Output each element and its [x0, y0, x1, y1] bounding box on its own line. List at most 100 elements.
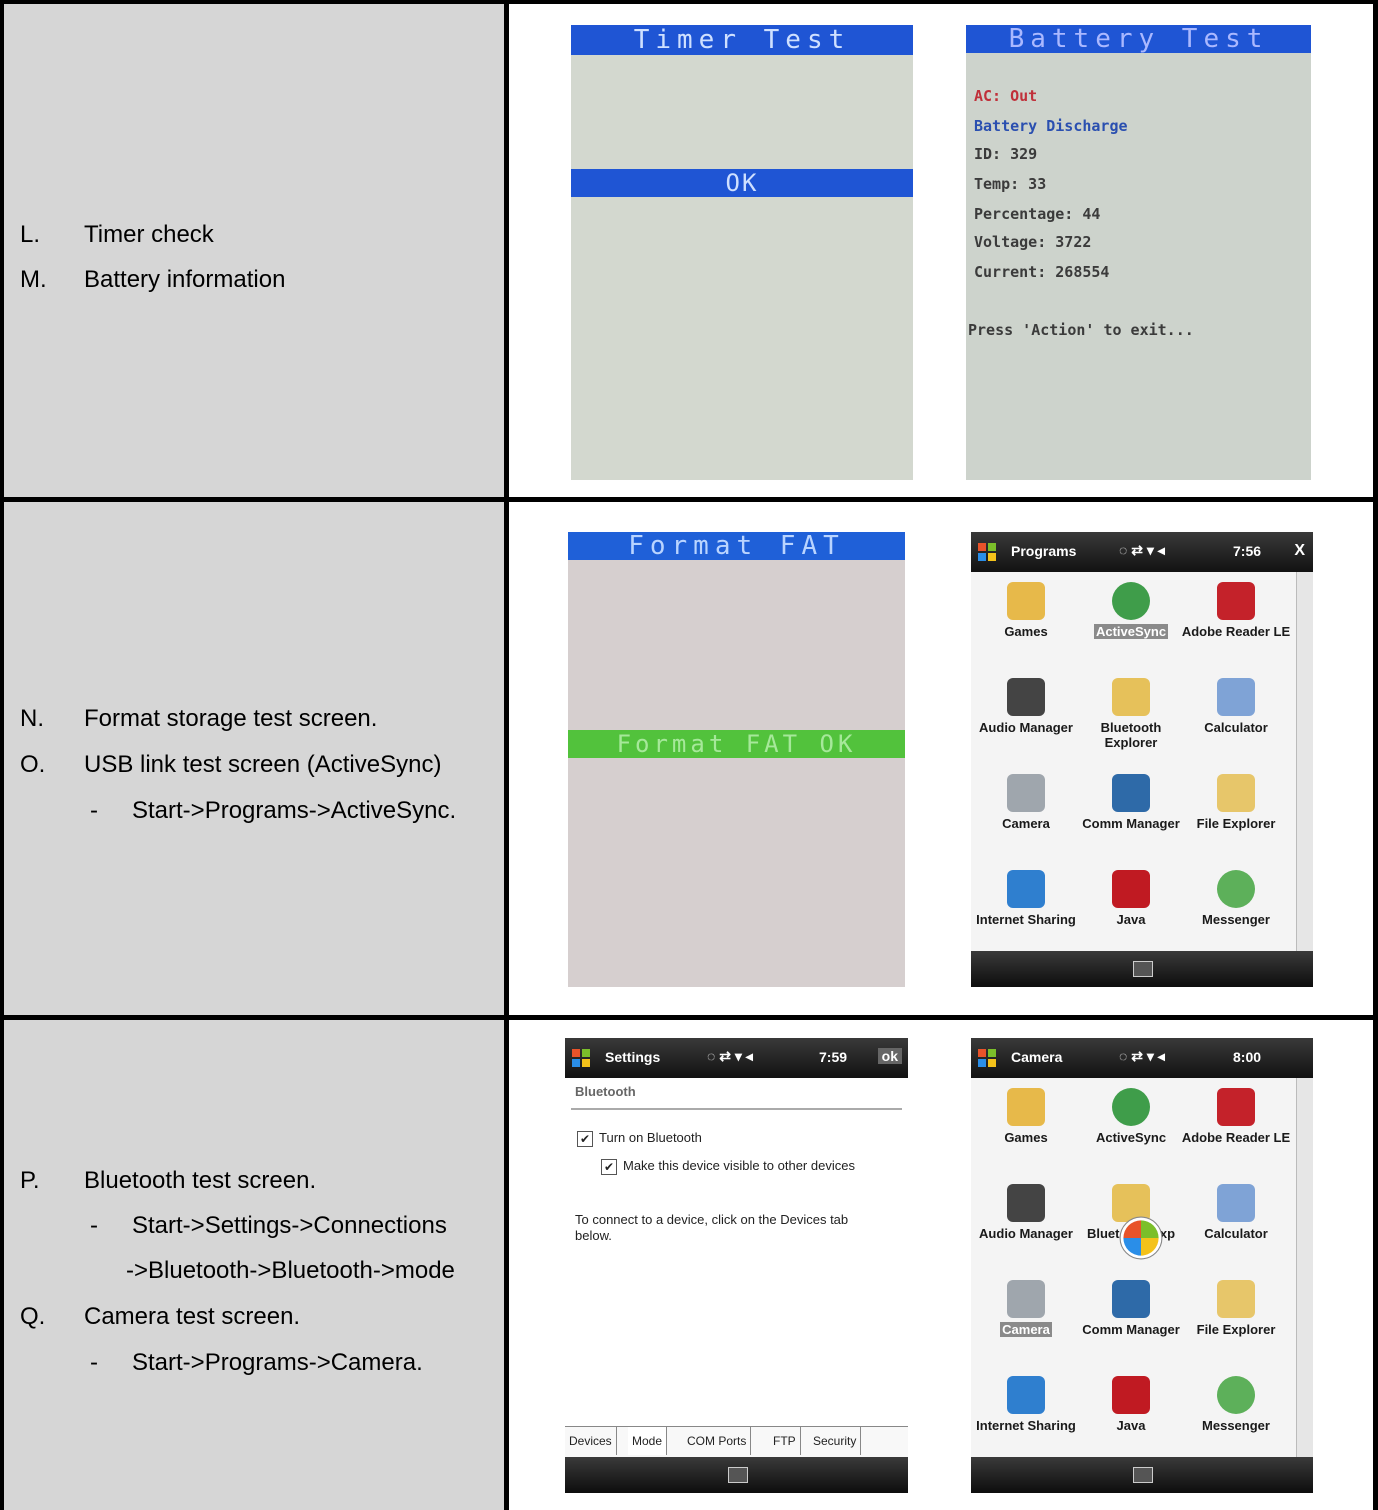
tab-mode[interactable]: Mode	[628, 1427, 668, 1455]
program-item[interactable]: Internet Sharing	[971, 870, 1081, 927]
item-text: ->Bluetooth->Bluetooth->mode	[126, 1257, 455, 1284]
windows-start-icon[interactable]	[977, 1048, 997, 1068]
program-label: Bluetooth Explorer	[1100, 720, 1162, 750]
program-item[interactable]: Adobe Reader LE	[1181, 582, 1291, 639]
battery-title-bar: Battery Test	[966, 25, 1311, 53]
tab-security[interactable]: Security	[809, 1427, 862, 1455]
camera-programs-screen: Camera ◌ ⇄ ▾ ◂ 8:00 Games ActiveSync Ado…	[971, 1038, 1313, 1493]
camera-clock: 8:00	[1233, 1049, 1262, 1065]
item-text: Timer check	[84, 221, 214, 248]
close-button[interactable]: X	[1294, 542, 1305, 560]
tab-devices[interactable]: Devices	[565, 1427, 617, 1455]
program-item[interactable]: Audio Manager	[971, 678, 1081, 735]
keyboard-icon[interactable]	[1133, 1467, 1153, 1483]
program-item[interactable]: Camera	[971, 774, 1081, 831]
audio-manager-icon	[1007, 1184, 1045, 1222]
settings-clock: 7:59	[819, 1049, 848, 1065]
camera-title-bar: Camera ◌ ⇄ ▾ ◂ 8:00	[971, 1038, 1313, 1078]
program-item[interactable]: Messenger	[1181, 870, 1291, 927]
row-1-text-cell	[4, 4, 504, 497]
java-icon	[1112, 870, 1150, 908]
connect-info-text: To connect to a device, click on the Dev…	[575, 1212, 849, 1243]
camera-title: Camera	[1011, 1049, 1063, 1065]
program-item[interactable]: Java	[1076, 870, 1186, 927]
fat-status-bar: Format FAT OK	[568, 730, 905, 758]
tab-com-ports[interactable]: COM Ports	[683, 1427, 752, 1455]
settings-bluetooth-screen: Settings ◌ ⇄ ▾ ◂ 7:59 ok Bluetooth ✔ Turn…	[565, 1038, 908, 1493]
programs-clock: 7:56	[1233, 543, 1262, 559]
loading-windows-icon	[1119, 1216, 1163, 1260]
battery-current: Current: 268554	[974, 263, 1110, 281]
table-border-left	[0, 0, 4, 1510]
item-text: USB link test screen (ActiveSync)	[84, 751, 442, 778]
checkbox-checked-icon: ✔	[577, 1130, 593, 1147]
table-border-row1	[0, 497, 1378, 502]
item-label: L.	[20, 221, 41, 248]
program-item[interactable]: Adobe Reader LE	[1181, 1088, 1291, 1145]
program-item[interactable]: File Explorer	[1181, 1280, 1291, 1337]
program-label: Messenger	[1202, 1418, 1270, 1433]
program-item[interactable]: ActiveSync	[1076, 582, 1186, 639]
windows-start-icon[interactable]	[977, 542, 997, 562]
program-item[interactable]: Games	[971, 1088, 1081, 1145]
battery-percentage: Percentage: 44	[974, 205, 1101, 223]
keyboard-icon[interactable]	[1133, 961, 1153, 977]
fat-title-bar: Format FAT	[568, 532, 905, 560]
program-label: Adobe Reader LE	[1181, 1130, 1291, 1145]
games-icon	[1007, 582, 1045, 620]
battery-test-screen: Battery Test AC: Out Battery Discharge I…	[966, 25, 1311, 480]
table-border-top	[0, 0, 1378, 4]
program-item[interactable]: ActiveSync	[1076, 1088, 1186, 1145]
keyboard-icon[interactable]	[727, 1467, 748, 1483]
settings-title: Settings	[605, 1049, 661, 1065]
windows-start-icon[interactable]	[571, 1048, 591, 1068]
program-item[interactable]: Internet Sharing	[971, 1376, 1081, 1433]
program-label: Calculator	[1204, 720, 1268, 735]
checkbox-label: Make this device visible to other device…	[623, 1158, 855, 1173]
settings-title-bar: Settings ◌ ⇄ ▾ ◂ 7:59 ok	[565, 1038, 908, 1078]
program-label: Audio Manager	[979, 1226, 1073, 1241]
bluetooth-section-header: Bluetooth	[575, 1084, 636, 1099]
adobe-reader-icon	[1217, 582, 1255, 620]
item-text: Camera test screen.	[84, 1303, 301, 1330]
programs-title: Programs	[1011, 543, 1077, 559]
program-item[interactable]: Java	[1076, 1376, 1186, 1433]
section-divider	[571, 1108, 902, 1110]
program-item[interactable]: Bluetooth Explorer	[1076, 678, 1186, 750]
item-label: M.	[20, 266, 47, 293]
tab-ftp[interactable]: FTP	[769, 1427, 801, 1455]
program-label: Internet Sharing	[976, 912, 1076, 927]
battery-id: ID: 329	[974, 145, 1038, 163]
program-item[interactable]: Calculator	[1181, 678, 1291, 735]
program-item[interactable]: Audio Manager	[971, 1184, 1081, 1241]
program-item[interactable]: Comm Manager	[1076, 774, 1186, 831]
activesync-icon	[1112, 582, 1150, 620]
program-item[interactable]: Games	[971, 582, 1081, 639]
file-explorer-icon	[1217, 774, 1255, 812]
program-item[interactable]: Camera	[971, 1280, 1081, 1337]
programs-scrollbar[interactable]	[1296, 572, 1313, 951]
item-label: P.	[20, 1167, 40, 1194]
calculator-icon	[1217, 1184, 1255, 1222]
program-label: File Explorer	[1196, 816, 1276, 831]
ok-button[interactable]: ok	[877, 1048, 902, 1064]
item-text: Start->Programs->ActiveSync.	[132, 797, 457, 824]
program-item[interactable]: Calculator	[1181, 1184, 1291, 1241]
program-item[interactable]: Comm Manager	[1076, 1280, 1186, 1337]
file-explorer-icon	[1217, 1280, 1255, 1318]
camera-icon	[1007, 774, 1045, 812]
programs-title-bar: Programs ◌ ⇄ ▾ ◂ 7:56 X	[971, 532, 1313, 572]
bluetooth-explorer-icon	[1112, 678, 1150, 716]
program-item[interactable]: File Explorer	[1181, 774, 1291, 831]
turn-on-bluetooth-checkbox[interactable]: ✔ Turn on Bluetooth	[577, 1130, 702, 1147]
program-item[interactable]: Messenger	[1181, 1376, 1291, 1433]
timer-title-bar: Timer Test	[571, 25, 913, 55]
program-label: File Explorer	[1196, 1322, 1276, 1337]
programs-screen: Programs ◌ ⇄ ▾ ◂ 7:56 X Games ActiveSync…	[971, 532, 1313, 987]
camera-scrollbar[interactable]	[1296, 1078, 1313, 1457]
item-label: -	[90, 1349, 98, 1376]
battery-exit-hint: Press 'Action' to exit...	[968, 321, 1194, 339]
program-label: Messenger	[1202, 912, 1270, 927]
battery-state: Battery Discharge	[974, 117, 1128, 135]
visible-device-checkbox[interactable]: ✔ Make this device visible to other devic…	[601, 1158, 861, 1175]
